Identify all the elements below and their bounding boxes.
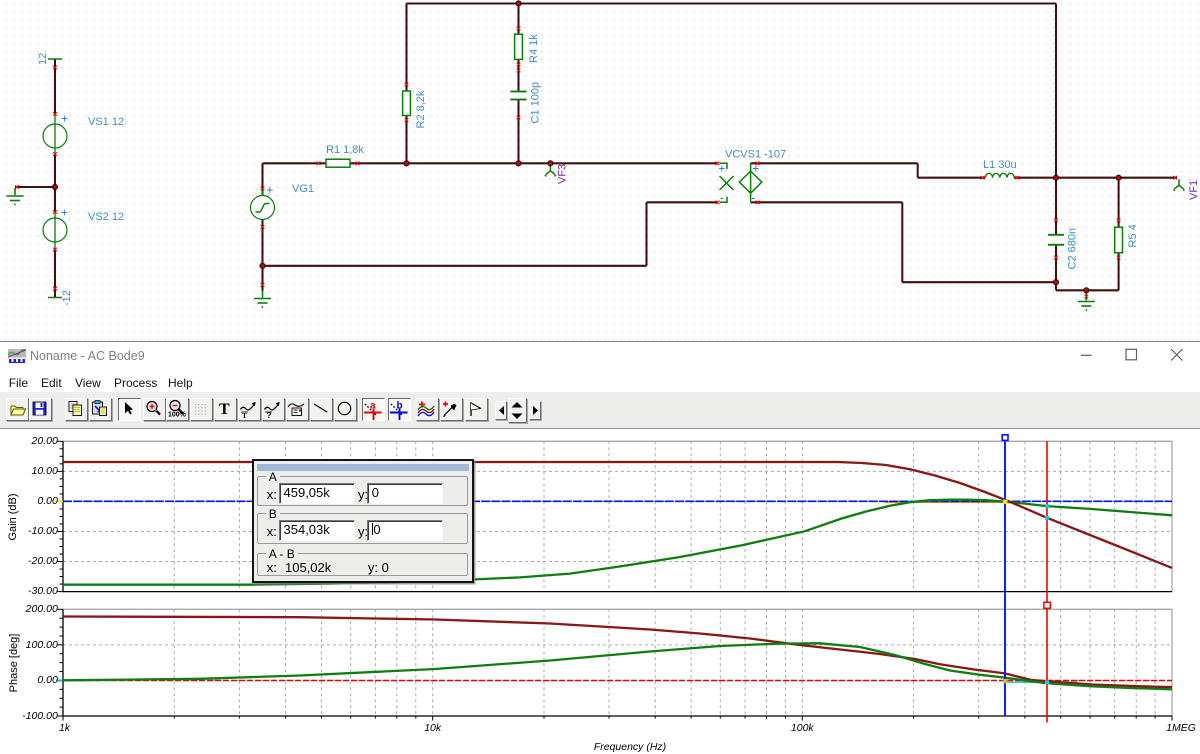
svg-text:-: -: [720, 193, 724, 205]
svg-text:VF1: VF1: [1188, 180, 1200, 200]
svg-text:+: +: [719, 164, 726, 176]
svg-text:a: a: [370, 401, 376, 412]
svg-text:T: T: [219, 401, 230, 418]
svg-text:+: +: [753, 164, 760, 176]
svg-text:VF3: VF3: [557, 164, 569, 184]
svg-text:R1 1,8k: R1 1,8k: [326, 144, 364, 156]
svg-text:b: b: [397, 401, 403, 412]
svg-text:-: -: [752, 193, 756, 205]
svg-text:T: T: [242, 411, 247, 418]
svg-text:?: ?: [267, 411, 272, 418]
svg-text:12: 12: [37, 53, 49, 65]
svg-text:100%: 100%: [168, 412, 186, 419]
svg-text:VS2 12: VS2 12: [88, 211, 124, 223]
svg-text:VCVS1 -107: VCVS1 -107: [725, 149, 786, 161]
svg-text:VS1 12: VS1 12: [88, 116, 124, 128]
svg-text:C1 100p: C1 100p: [530, 82, 542, 124]
svg-text:+: +: [61, 208, 68, 220]
svg-text:R2 8,2k: R2 8,2k: [415, 90, 427, 128]
svg-text:L1 30u: L1 30u: [983, 159, 1017, 171]
svg-text:R5 4: R5 4: [1127, 224, 1139, 247]
svg-text:R4 1k: R4 1k: [528, 34, 540, 63]
svg-text:VG1: VG1: [292, 183, 314, 195]
svg-text:+: +: [267, 185, 274, 197]
svg-text:+: +: [61, 114, 68, 126]
svg-text:-12: -12: [61, 290, 73, 306]
svg-text:C2 680n: C2 680n: [1067, 228, 1079, 270]
